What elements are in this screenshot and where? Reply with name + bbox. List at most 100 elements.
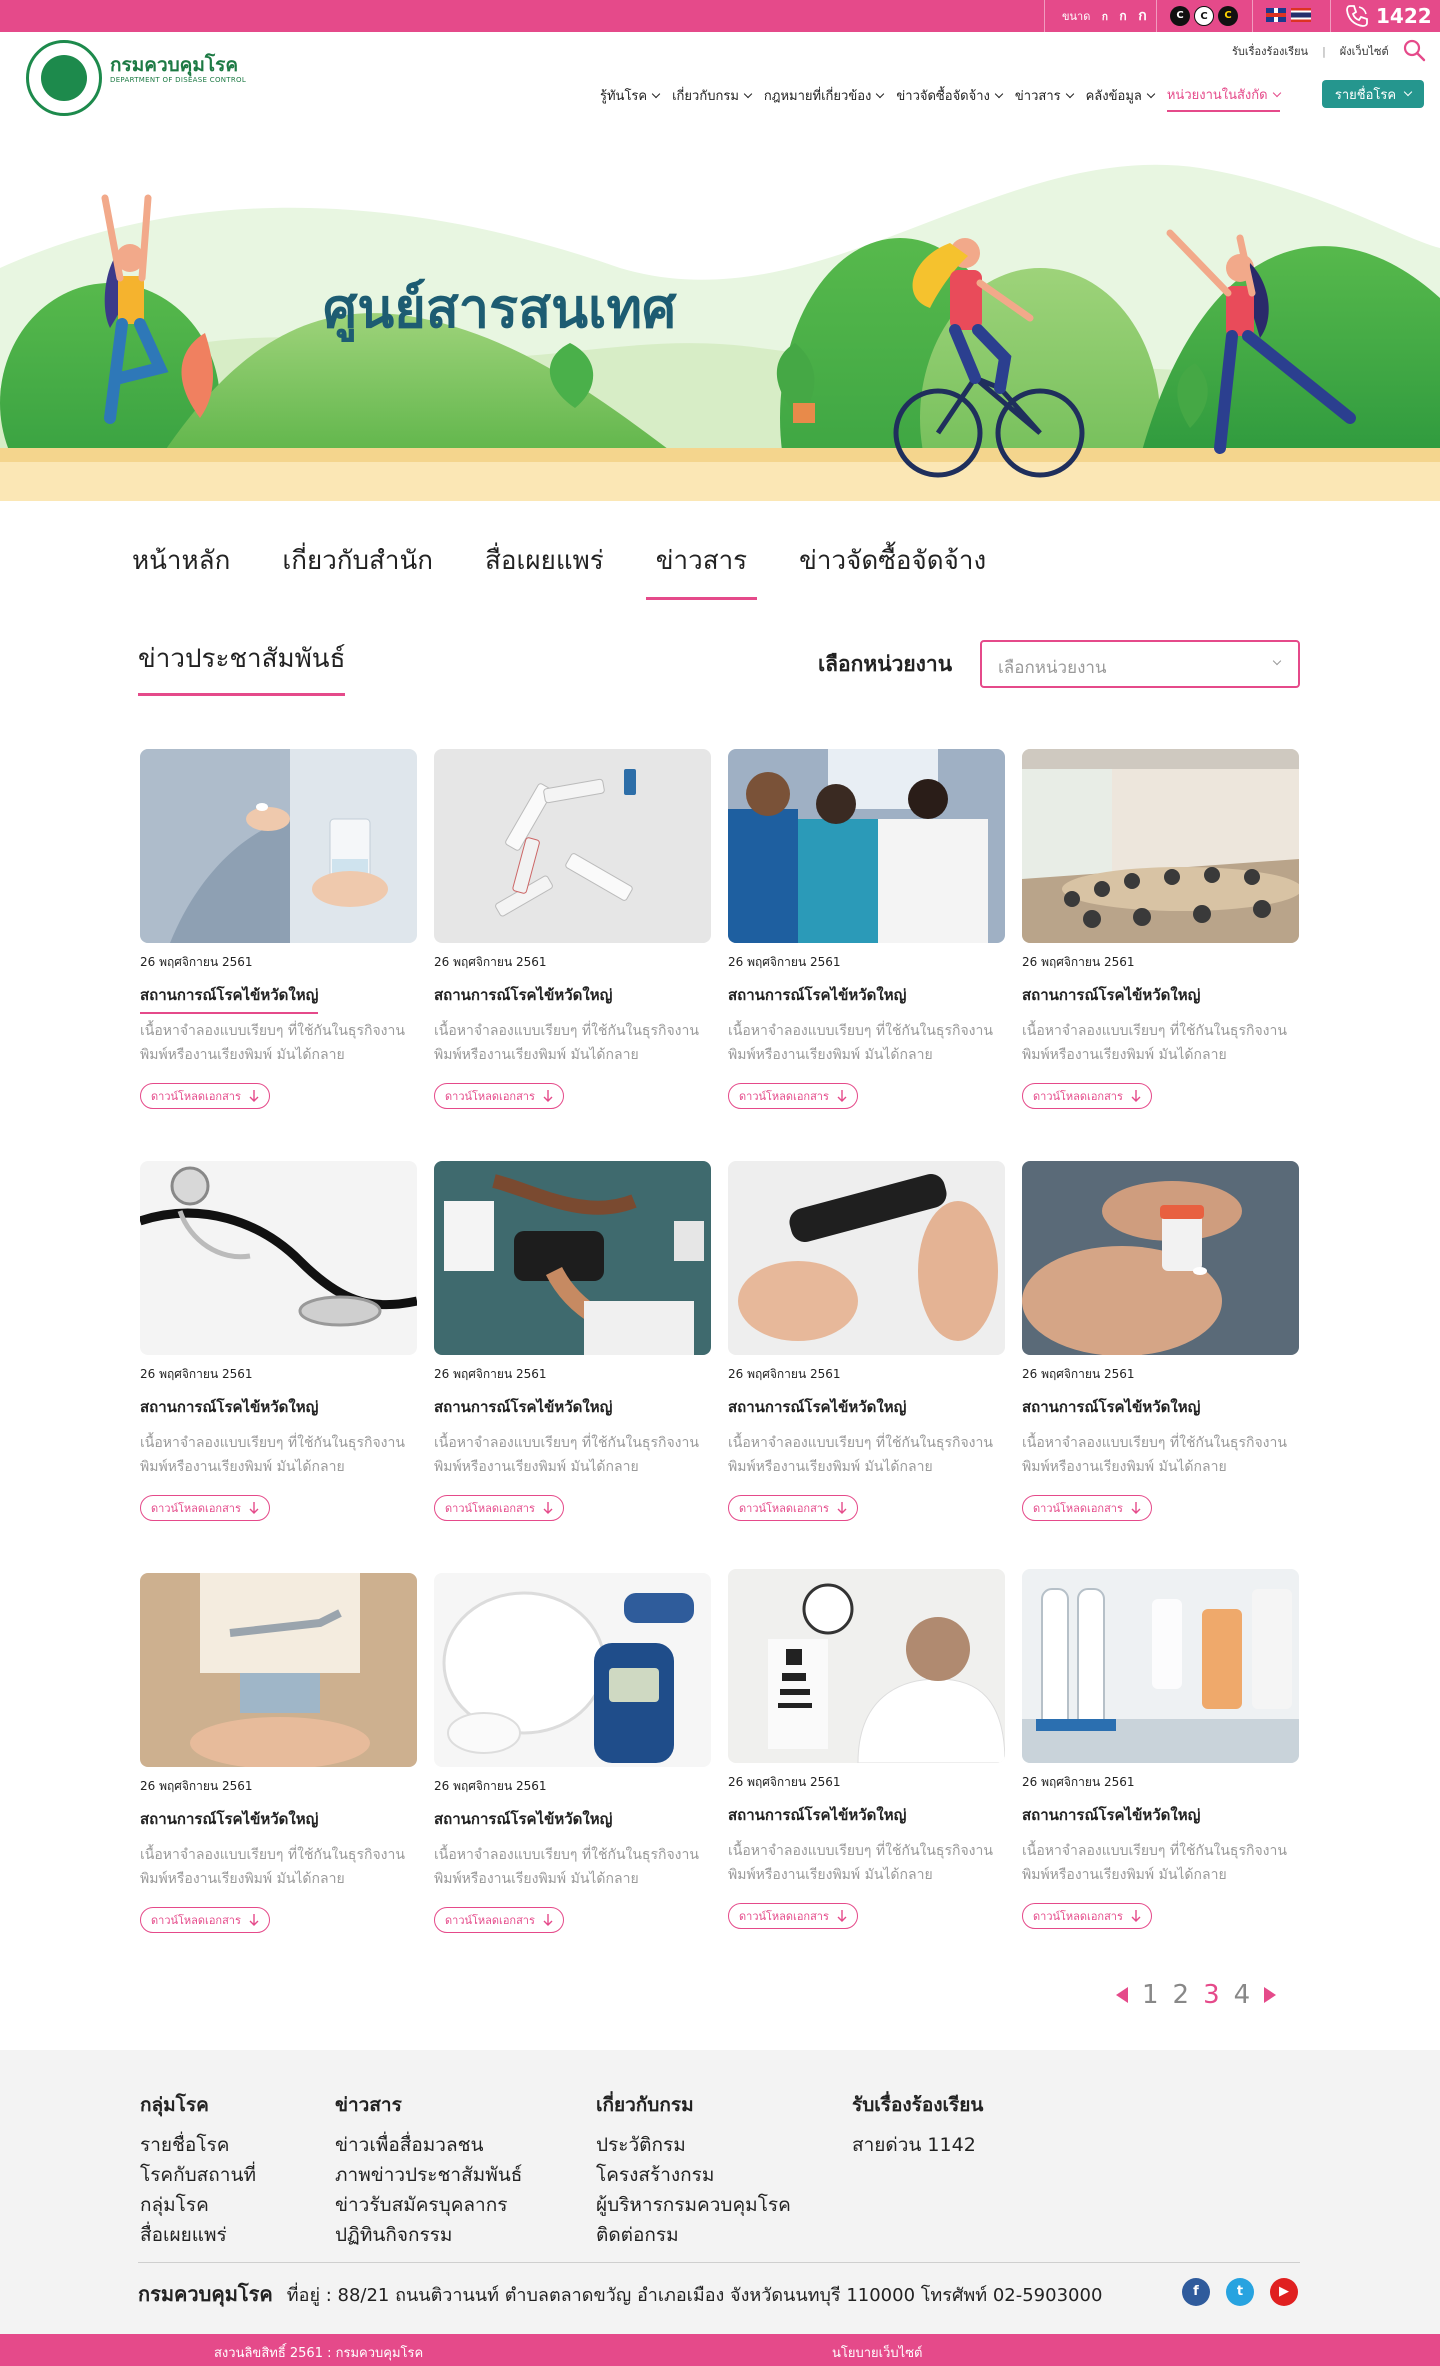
previous-page-icon[interactable]	[1116, 1987, 1128, 2003]
download-button[interactable]: ดาวน์โหลดเอกสาร	[728, 1495, 858, 1521]
news-title[interactable]: สถานการณ์โรคไข้หวัดใหญ่	[1022, 983, 1200, 1012]
contrast-dark-button[interactable]: C	[1218, 6, 1238, 26]
footer-link[interactable]: ภาพข่าวประชาสัมพันธ์	[335, 2160, 522, 2190]
news-card[interactable]: 26 พฤศจิกายน 2561 สถานการณ์โรคไข้หวัดใหญ…	[728, 749, 1005, 1161]
news-title[interactable]: สถานการณ์โรคไข้หวัดใหญ่	[140, 1395, 318, 1424]
page-1[interactable]: 1	[1142, 1980, 1159, 2010]
news-title[interactable]: สถานการณ์โรคไข้หวัดใหญ่	[434, 1395, 612, 1424]
font-size-large[interactable]: ก	[1138, 8, 1146, 24]
download-button[interactable]: ดาวน์โหลดเอกสาร	[728, 1903, 858, 1929]
news-title[interactable]: สถานการณ์โรคไข้หวัดใหญ่	[728, 983, 906, 1012]
footer-link[interactable]: ปฏิทินกิจกรรม	[335, 2220, 522, 2250]
news-card[interactable]: 26 พฤศจิกายน 2561 สถานการณ์โรคไข้หวัดใหญ…	[140, 1573, 417, 1985]
footer-link[interactable]: ข่าวเพื่อสื่อมวลชน	[335, 2130, 522, 2160]
facebook-icon[interactable]: f	[1182, 2278, 1210, 2306]
nav-item-data-archive[interactable]: คลังข้อมูล	[1086, 84, 1156, 112]
download-button[interactable]: ดาวน์โหลดเอกสาร	[728, 1083, 858, 1109]
disease-list-button[interactable]: รายชื่อโรค	[1322, 80, 1424, 108]
complaint-link[interactable]: รับเรื่องร้องเรียน	[1232, 42, 1308, 60]
news-title[interactable]: สถานการณ์โรคไข้หวัดใหญ่	[140, 983, 319, 1014]
nav-item-know-disease[interactable]: รู้ทันโรค	[600, 84, 661, 112]
footer-link[interactable]: ประวัติกรม	[596, 2130, 791, 2160]
news-image[interactable]	[728, 1569, 1005, 1763]
download-button[interactable]: ดาวน์โหลดเอกสาร	[434, 1083, 564, 1109]
download-button[interactable]: ดาวน์โหลดเอกสาร	[1022, 1495, 1152, 1521]
page-3-current[interactable]: 3	[1203, 1980, 1220, 2010]
download-button[interactable]: ดาวน์โหลดเอกสาร	[434, 1495, 564, 1521]
news-card[interactable]: 26 พฤศจิกายน 2561 สถานการณ์โรคไข้หวัดใหญ…	[1022, 749, 1299, 1161]
news-image[interactable]	[140, 1161, 417, 1355]
news-image[interactable]	[1022, 1161, 1299, 1355]
news-title[interactable]: สถานการณ์โรคไข้หวัดใหญ่	[728, 1803, 906, 1832]
news-card[interactable]: 26 พฤศจิกายน 2561 สถานการณ์โรคไข้หวัดใหญ…	[434, 1161, 711, 1573]
news-card[interactable]: 26 พฤศจิกายน 2561 สถานการณ์โรคไข้หวัดใหญ…	[1022, 1161, 1299, 1573]
news-title[interactable]: สถานการณ์โรคไข้หวัดใหญ่	[434, 1807, 612, 1836]
news-title[interactable]: สถานการณ์โรคไข้หวัดใหญ่	[728, 1395, 906, 1424]
news-card[interactable]: 26 พฤศจิกายน 2561 สถานการณ์โรคไข้หวัดใหญ…	[728, 1161, 1005, 1573]
download-button[interactable]: ดาวน์โหลดเอกสาร	[434, 1907, 564, 1933]
youtube-icon[interactable]: ▶	[1270, 2278, 1298, 2306]
next-page-icon[interactable]	[1264, 1987, 1277, 2003]
page-2[interactable]: 2	[1173, 1980, 1190, 2010]
download-button[interactable]: ดาวน์โหลดเอกสาร	[140, 1083, 270, 1109]
nav-item-laws[interactable]: กฎหมายที่เกี่ยวข้อง	[764, 84, 885, 112]
footer-link[interactable]: โรคกับสถานที่	[140, 2160, 256, 2190]
unit-select[interactable]: เลือกหน่วยงาน	[980, 640, 1300, 688]
footer-link[interactable]: ติดต่อกรม	[596, 2220, 791, 2250]
nav-item-procurement[interactable]: ข่าวจัดซื้อจัดจ้าง	[896, 84, 1004, 112]
tab-news[interactable]: ข่าวสาร	[645, 540, 758, 600]
news-card[interactable]: 26 พฤศจิกายน 2561 สถานการณ์โรคไข้หวัดใหญ…	[140, 749, 417, 1161]
nav-item-about[interactable]: เกี่ยวกับกรม	[672, 84, 753, 112]
footer-column-complaints: รับเรื่องร้องเรียน สายด่วน 1142	[852, 2090, 983, 2160]
download-button[interactable]: ดาวน์โหลดเอกสาร	[140, 1907, 270, 1933]
department-logo[interactable]	[26, 40, 102, 116]
footer-link[interactable]: ข่าวรับสมัครบุคลากร	[335, 2190, 522, 2220]
news-title[interactable]: สถานการณ์โรคไข้หวัดใหญ่	[140, 1807, 318, 1836]
font-size-medium[interactable]: ก	[1119, 9, 1126, 23]
footer-link[interactable]: สื่อเผยแพร่	[140, 2220, 256, 2250]
download-button[interactable]: ดาวน์โหลดเอกสาร	[140, 1495, 270, 1521]
news-image[interactable]	[140, 749, 417, 943]
news-card[interactable]: 26 พฤศจิกายน 2561 สถานการณ์โรคไข้หวัดใหญ…	[728, 1569, 1005, 1981]
news-image[interactable]	[728, 749, 1005, 943]
news-card[interactable]: 26 พฤศจิกายน 2561 สถานการณ์โรคไข้หวัดใหญ…	[434, 749, 711, 1161]
news-title[interactable]: สถานการณ์โรคไข้หวัดใหญ่	[1022, 1803, 1200, 1832]
news-title[interactable]: สถานการณ์โรคไข้หวัดใหญ่	[434, 983, 612, 1012]
download-button[interactable]: ดาวน์โหลดเอกสาร	[1022, 1903, 1152, 1929]
nav-item-affiliated-units[interactable]: หน่วยงานในสังกัด	[1166, 84, 1281, 112]
hand-pill-water-image	[140, 749, 417, 943]
footer-link[interactable]: สายด่วน 1142	[852, 2130, 983, 2160]
contrast-normal-button[interactable]: C	[1170, 6, 1190, 26]
news-image[interactable]	[1022, 1569, 1299, 1763]
news-image[interactable]	[434, 749, 711, 943]
search-icon[interactable]	[1402, 38, 1426, 62]
hotline[interactable]: 1422	[1344, 0, 1432, 32]
twitter-icon[interactable]: t	[1226, 2278, 1254, 2306]
tab-home[interactable]: หน้าหลัก	[122, 540, 240, 600]
sitemap-link[interactable]: ผังเว็บไซต์	[1340, 42, 1389, 60]
nav-item-news[interactable]: ข่าวสาร	[1015, 84, 1074, 112]
website-policy-link[interactable]: นโยบายเว็บไซต์	[832, 2342, 922, 2363]
footer-link[interactable]: ผู้บริหารกรมควบคุมโรค	[596, 2190, 791, 2220]
download-button[interactable]: ดาวน์โหลดเอกสาร	[1022, 1083, 1152, 1109]
footer-link[interactable]: กลุ่มโรค	[140, 2190, 256, 2220]
tab-media[interactable]: สื่อเผยแพร่	[475, 540, 614, 600]
tab-about-office[interactable]: เกี่ยวกับสำนัก	[272, 540, 443, 600]
footer-link[interactable]: โครงสร้างกรม	[596, 2160, 791, 2190]
news-image[interactable]	[434, 1573, 711, 1767]
page-4[interactable]: 4	[1234, 1980, 1251, 2010]
news-image[interactable]	[1022, 749, 1299, 943]
news-image[interactable]	[728, 1161, 1005, 1355]
news-title[interactable]: สถานการณ์โรคไข้หวัดใหญ่	[1022, 1395, 1200, 1424]
news-image[interactable]	[140, 1573, 417, 1767]
contrast-light-button[interactable]: C	[1194, 6, 1214, 26]
tab-procurement[interactable]: ข่าวจัดซื้อจัดจ้าง	[789, 540, 996, 600]
news-card[interactable]: 26 พฤศจิกายน 2561 สถานการณ์โรคไข้หวัดใหญ…	[434, 1573, 711, 1985]
news-image[interactable]	[434, 1161, 711, 1355]
footer-link[interactable]: รายชื่อโรค	[140, 2130, 256, 2160]
thai-flag-icon[interactable]	[1291, 8, 1311, 22]
english-flag-icon[interactable]	[1266, 8, 1286, 22]
font-size-small[interactable]: ก	[1102, 12, 1108, 23]
news-card[interactable]: 26 พฤศจิกายน 2561 สถานการณ์โรคไข้หวัดใหญ…	[140, 1161, 417, 1573]
news-card[interactable]: 26 พฤศจิกายน 2561 สถานการณ์โรคไข้หวัดใหญ…	[1022, 1569, 1299, 1981]
